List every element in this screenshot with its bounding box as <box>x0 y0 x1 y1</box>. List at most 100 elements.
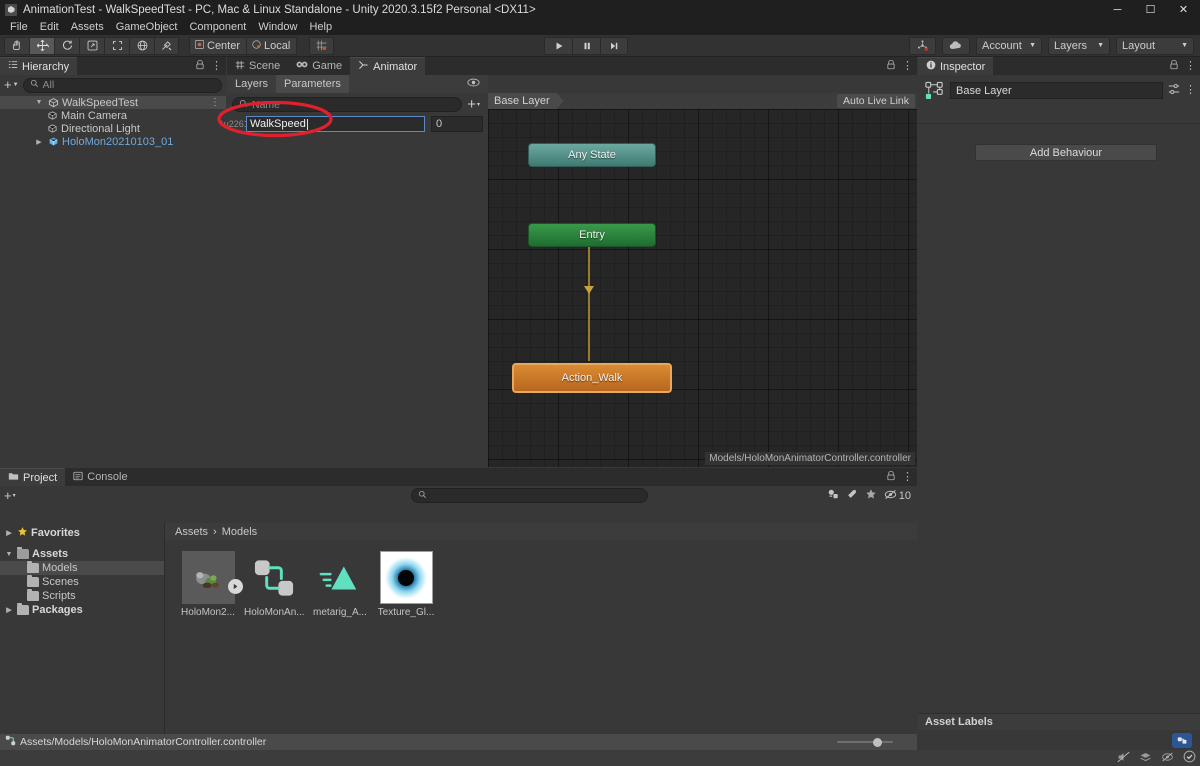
auto-live-link-button[interactable]: Auto Live Link <box>837 94 915 108</box>
play-preview-icon[interactable] <box>227 579 243 594</box>
collapse-arrow-icon[interactable]: ▼ <box>4 551 14 558</box>
project-tree-scenes[interactable]: Scenes <box>0 575 164 589</box>
animator-menu-icon[interactable]: ⋮ <box>902 60 913 71</box>
menu-item-edit[interactable]: Edit <box>34 19 65 35</box>
breadcrumb-assets[interactable]: Assets <box>175 526 208 538</box>
project-tree-packages[interactable]: ▶ Packages <box>0 603 164 617</box>
grid-snap-button[interactable] <box>309 36 335 55</box>
eye-icon[interactable] <box>467 78 480 90</box>
menu-item-assets[interactable]: Assets <box>65 19 110 35</box>
layout-dropdown[interactable]: Layout ▼ <box>1116 36 1194 55</box>
filter-by-type-icon[interactable] <box>827 488 839 503</box>
no-gizmo-icon[interactable] <box>1161 751 1174 766</box>
scale-tool-button[interactable] <box>79 36 104 55</box>
move-tool-button[interactable] <box>29 36 54 55</box>
account-dropdown[interactable]: Account ▼ <box>976 36 1042 55</box>
hierarchy-row-main-camera[interactable]: Main Camera <box>0 109 226 122</box>
lock-icon[interactable] <box>886 470 896 484</box>
expand-arrow-icon[interactable]: ▶ <box>4 606 14 614</box>
tab-project[interactable]: Project <box>0 468 66 486</box>
menu-item-component[interactable]: Component <box>183 19 252 35</box>
hand-tool-button[interactable] <box>4 36 29 55</box>
layer-name-field[interactable]: Base Layer <box>950 82 1163 99</box>
lock-icon[interactable] <box>886 59 896 73</box>
tab-hierarchy[interactable]: Hierarchy <box>0 57 78 75</box>
animator-graph-pane[interactable]: Base Layer Auto Live Link Any State Entr… <box>488 93 917 467</box>
hierarchy-row-menu-icon[interactable]: ⋮ <box>210 97 220 108</box>
project-tree-favorites[interactable]: ▶ Favorites <box>0 526 164 540</box>
add-parameter-button[interactable]: + ▾ <box>467 97 480 112</box>
hierarchy-menu-icon[interactable]: ⋮ <box>211 60 222 71</box>
collab-icon[interactable] <box>1172 733 1192 748</box>
asset-item-animation-clip[interactable]: metarig_A... <box>309 551 371 618</box>
project-menu-icon[interactable]: ⋮ <box>902 471 913 482</box>
maximize-button[interactable]: ☐ <box>1134 0 1167 19</box>
step-button[interactable] <box>600 36 628 55</box>
project-tree-scripts[interactable]: Scripts <box>0 589 164 603</box>
expand-arrow-icon[interactable]: ▶ <box>4 529 14 537</box>
asset-item-holomon-model[interactable]: HoloMon2... <box>177 551 243 618</box>
rotate-tool-button[interactable] <box>54 36 79 55</box>
close-button[interactable]: ✕ <box>1167 0 1200 19</box>
check-circle-icon[interactable] <box>1183 750 1196 766</box>
minimize-button[interactable]: ─ <box>1101 0 1134 19</box>
asset-labels-header[interactable]: Asset Labels <box>918 713 1200 730</box>
play-button[interactable] <box>544 36 572 55</box>
tab-inspector[interactable]: Inspector <box>918 57 994 75</box>
pivot-mode-button[interactable]: Center <box>189 36 247 55</box>
hidden-packages-indicator[interactable]: 10 <box>884 489 911 503</box>
services-button[interactable] <box>909 36 936 55</box>
menu-item-window[interactable]: Window <box>252 19 303 35</box>
lock-icon[interactable] <box>195 59 205 73</box>
hierarchy-row-directional-light[interactable]: Directional Light <box>0 122 226 135</box>
rect-tool-button[interactable] <box>104 36 129 55</box>
menu-item-file[interactable]: File <box>4 19 34 35</box>
walkspeed-parameter-value-field[interactable]: 0 <box>431 116 483 132</box>
breadcrumb-base-layer[interactable]: Base Layer <box>488 93 564 109</box>
layers-stack-icon[interactable] <box>1139 751 1152 766</box>
transition-edge[interactable] <box>588 247 590 361</box>
breadcrumb-models[interactable]: Models <box>222 526 257 538</box>
hierarchy-search-input[interactable]: All <box>22 77 222 93</box>
tab-animator[interactable]: Animator <box>350 57 426 75</box>
favorite-star-icon[interactable] <box>865 488 877 503</box>
project-tree-models[interactable]: Models <box>0 561 164 575</box>
project-tree-assets[interactable]: ▼ Assets <box>0 547 164 561</box>
thumbnail-zoom-slider[interactable] <box>837 736 893 748</box>
collapse-arrow-icon[interactable]: ▶ <box>34 138 44 146</box>
hierarchy-row-holomon[interactable]: ▶ HoloMon20210103_01 <box>0 135 226 148</box>
inspector-menu-icon[interactable]: ⋮ <box>1185 60 1196 71</box>
cloud-button[interactable] <box>942 36 970 55</box>
space-mode-button[interactable]: Local <box>246 36 298 55</box>
asset-item-texture[interactable]: Texture_Gl... <box>375 551 437 618</box>
add-behaviour-button[interactable]: Add Behaviour <box>975 144 1157 161</box>
project-content-pane[interactable]: Assets › Models HoloMon2... HoloMonAn...… <box>165 523 917 734</box>
mute-audio-icon[interactable] <box>1117 751 1130 766</box>
layers-dropdown[interactable]: Layers ▼ <box>1048 36 1110 55</box>
asset-item-animator-controller[interactable]: HoloMonAn... <box>243 551 305 618</box>
hierarchy-add-button[interactable]: + ▼ <box>4 78 19 91</box>
preset-icon[interactable] <box>1168 83 1180 98</box>
lock-icon[interactable] <box>1169 59 1179 73</box>
menu-item-help[interactable]: Help <box>303 19 338 35</box>
parameter-search-input[interactable]: Name <box>232 97 463 112</box>
subtab-layers[interactable]: Layers <box>227 75 276 93</box>
subtab-parameters[interactable]: Parameters <box>276 75 349 93</box>
custom-tool-button[interactable] <box>154 36 179 55</box>
tab-scene[interactable]: Scene <box>227 57 289 75</box>
tab-game[interactable]: Game <box>288 57 351 75</box>
pause-button[interactable] <box>572 36 600 55</box>
hierarchy-row-walkspeedtest[interactable]: ▼ WalkSpeedTest ⋮ <box>0 96 226 109</box>
drag-handle-icon[interactable]: \u2261 <box>221 117 249 131</box>
walkspeed-parameter-name-field[interactable]: WalkSpeed <box>246 116 425 132</box>
project-search-input[interactable] <box>411 488 648 503</box>
tab-console[interactable]: Console <box>65 468 136 486</box>
state-machine-canvas[interactable]: Any State Entry Action_Walk Models/HoloM… <box>488 109 917 467</box>
state-node-any-state[interactable]: Any State <box>528 143 656 167</box>
inspector-kebab-icon[interactable]: ⋮ <box>1185 85 1196 96</box>
filter-by-label-icon[interactable] <box>846 488 858 503</box>
transform-tool-button[interactable] <box>129 36 154 55</box>
expand-arrow-icon[interactable]: ▼ <box>34 99 44 106</box>
state-node-action-walk[interactable]: Action_Walk <box>512 363 672 393</box>
state-node-entry[interactable]: Entry <box>528 223 656 247</box>
